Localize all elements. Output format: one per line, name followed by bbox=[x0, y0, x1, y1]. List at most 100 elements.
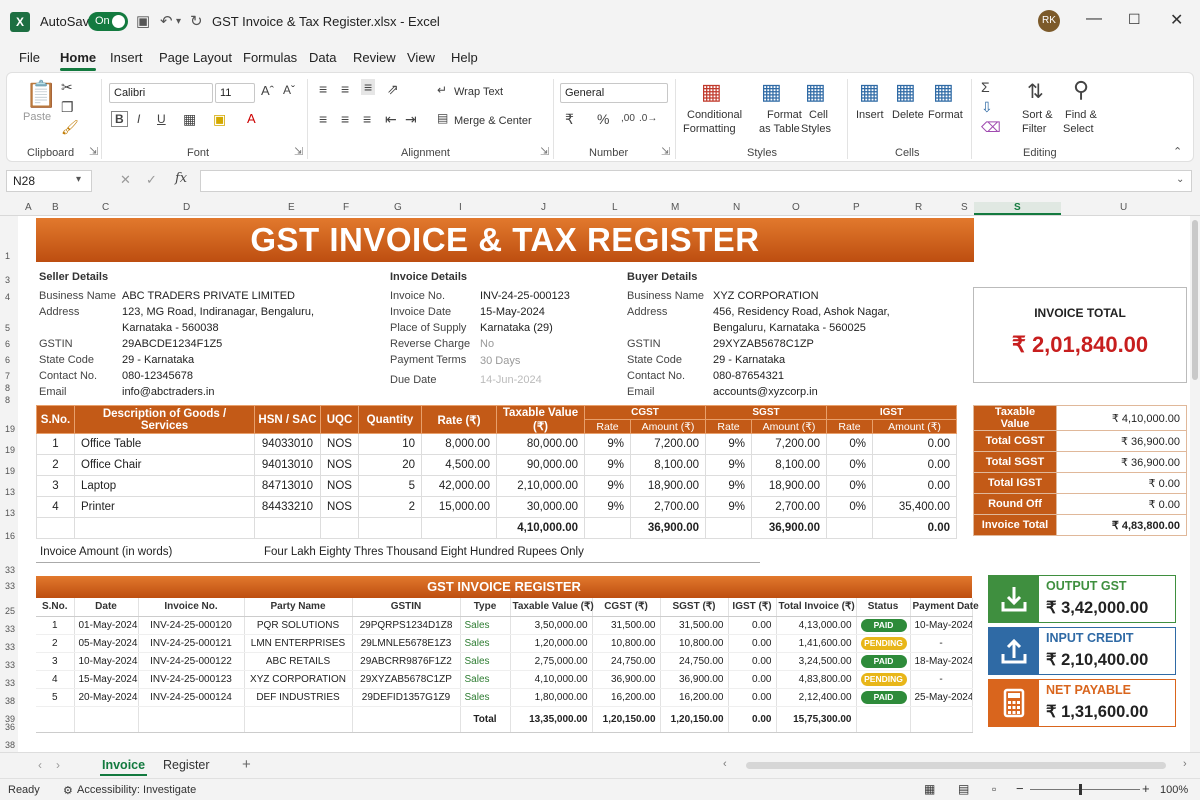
row-header[interactable]: 7 bbox=[5, 371, 10, 381]
fill-color-icon[interactable]: ▣ bbox=[213, 111, 226, 128]
cell[interactable]: 9% bbox=[584, 454, 631, 476]
cell[interactable]: 29ABCRR9876F1Z2 bbox=[352, 652, 461, 671]
cell[interactable]: 3 bbox=[36, 475, 75, 497]
row-header[interactable]: 36 bbox=[5, 722, 15, 732]
cell[interactable]: INV-24-25-000123 bbox=[138, 670, 245, 689]
bold-icon[interactable]: B bbox=[111, 111, 128, 127]
cell[interactable]: 2,10,000.00 bbox=[496, 475, 585, 497]
cell[interactable]: 4,83,800.00 bbox=[776, 670, 857, 689]
cell[interactable]: 15,000.00 bbox=[421, 496, 497, 518]
cell[interactable]: 18,900.00 bbox=[750, 475, 828, 497]
find-select-icon[interactable]: ⚲ bbox=[1073, 77, 1089, 103]
page-break-view-icon[interactable]: ▫ bbox=[992, 782, 996, 796]
vertical-scroll-thumb[interactable] bbox=[1192, 220, 1198, 380]
zoom-out-icon[interactable]: − bbox=[1016, 781, 1024, 796]
cell[interactable]: 1,41,600.00 bbox=[776, 634, 857, 653]
cell[interactable]: 7,200.00 bbox=[630, 433, 706, 455]
format-as-table-icon[interactable]: ▦ bbox=[761, 79, 782, 105]
format-cells-button[interactable]: Format bbox=[928, 109, 963, 121]
formula-input[interactable] bbox=[200, 170, 1192, 192]
minimize-icon[interactable]: — bbox=[1086, 10, 1102, 28]
conditional-formatting-line1[interactable]: Conditional bbox=[687, 109, 742, 121]
cell[interactable]: 30,000.00 bbox=[496, 496, 585, 518]
cell[interactable]: 24,750.00 bbox=[592, 652, 661, 671]
zoom-level[interactable]: 100% bbox=[1160, 784, 1188, 796]
cell[interactable]: 3,24,500.00 bbox=[776, 652, 857, 671]
conditional-formatting-icon[interactable]: ▦ bbox=[701, 79, 722, 105]
row-header[interactable]: 19 bbox=[5, 445, 15, 455]
undo-dropdown-icon[interactable]: ▾ bbox=[176, 16, 181, 27]
delete-cells-button[interactable]: Delete bbox=[892, 109, 924, 121]
expand-formula-bar-icon[interactable]: ⌄ bbox=[1176, 174, 1184, 185]
cell[interactable]: 9% bbox=[705, 475, 752, 497]
sheet-tab-invoice[interactable]: Invoice bbox=[99, 758, 148, 776]
row-header[interactable]: 1 bbox=[5, 251, 10, 261]
close-icon[interactable]: ✕ bbox=[1170, 10, 1183, 30]
row-header[interactable]: 38 bbox=[5, 740, 15, 750]
cell[interactable]: 2 bbox=[36, 454, 75, 476]
comma-style-icon[interactable]: ,00 bbox=[621, 113, 635, 124]
cell[interactable]: 0% bbox=[826, 475, 874, 497]
sort-filter-icon[interactable]: ⇅ bbox=[1027, 79, 1044, 104]
cell[interactable]: 1 bbox=[36, 616, 75, 635]
cell[interactable]: 90,000.00 bbox=[496, 454, 585, 476]
register-total[interactable]: 1,20,150.00 bbox=[592, 706, 661, 733]
tab-review[interactable]: Review bbox=[353, 50, 396, 65]
avatar[interactable]: RK bbox=[1038, 10, 1060, 32]
number-format-dropdown[interactable]: General bbox=[560, 83, 668, 103]
align-right-icon[interactable]: ≡ bbox=[363, 111, 371, 127]
cell[interactable]: 2,75,000.00 bbox=[510, 652, 593, 671]
cell[interactable]: 2 bbox=[358, 496, 422, 518]
decrease-indent-icon[interactable]: ⇤ bbox=[385, 111, 397, 128]
row-header[interactable]: 33 bbox=[5, 642, 15, 652]
font-name-dropdown[interactable]: Calibri bbox=[109, 83, 213, 103]
cell[interactable]: 10-May-2024 bbox=[910, 616, 973, 635]
cell-styles-line2[interactable]: Styles bbox=[801, 123, 831, 135]
cell[interactable]: 2,700.00 bbox=[630, 496, 706, 518]
paste-button[interactable]: Paste bbox=[23, 111, 51, 123]
wrap-text-button[interactable]: Wrap Text bbox=[454, 86, 503, 98]
sheet-tab-register[interactable]: Register bbox=[163, 758, 210, 772]
clipboard-launcher-icon[interactable]: ⇲ bbox=[89, 145, 98, 158]
accessibility-status[interactable]: Accessibility: Investigate bbox=[77, 784, 196, 796]
zoom-slider-track[interactable] bbox=[1030, 789, 1140, 790]
row-header[interactable]: 33 bbox=[5, 565, 15, 575]
zoom-slider-thumb[interactable] bbox=[1079, 784, 1082, 795]
row-header[interactable]: 33 bbox=[5, 660, 15, 670]
row-header[interactable]: 8 bbox=[5, 383, 10, 393]
cell[interactable]: 0.00 bbox=[728, 634, 777, 653]
cell[interactable]: NOS bbox=[320, 496, 359, 518]
cell[interactable]: INV-24-25-000122 bbox=[138, 652, 245, 671]
col-header[interactable]: L bbox=[612, 202, 618, 213]
cell[interactable]: Sales bbox=[460, 688, 511, 707]
hscroll-right-icon[interactable]: › bbox=[1183, 758, 1187, 770]
cell[interactable]: 0% bbox=[826, 454, 874, 476]
cell[interactable]: NOS bbox=[320, 433, 359, 455]
cell[interactable]: 42,000.00 bbox=[421, 475, 497, 497]
cell[interactable]: 8,100.00 bbox=[750, 454, 828, 476]
col-header[interactable]: D bbox=[183, 202, 190, 213]
increase-font-icon[interactable]: Aˆ bbox=[261, 83, 274, 98]
cell[interactable]: DEF INDUSTRIES bbox=[244, 688, 353, 707]
align-middle-icon[interactable]: ≡ bbox=[341, 81, 349, 97]
decrease-font-icon[interactable]: Aˇ bbox=[283, 83, 295, 97]
col-header[interactable]: J bbox=[541, 202, 546, 213]
fill-icon[interactable]: ⇩ bbox=[981, 99, 993, 116]
col-header[interactable]: F bbox=[343, 202, 349, 213]
register-total[interactable]: 1,20,150.00 bbox=[660, 706, 729, 733]
cell[interactable]: 16,200.00 bbox=[592, 688, 661, 707]
wrap-text-icon[interactable]: ↵ bbox=[437, 83, 447, 97]
save-icon[interactable]: ▣ bbox=[136, 12, 150, 30]
row-header[interactable]: 33 bbox=[5, 678, 15, 688]
tab-home[interactable]: Home bbox=[60, 50, 97, 71]
col-header-selected[interactable]: S bbox=[974, 202, 1061, 215]
redo-icon[interactable]: ↻ bbox=[190, 12, 203, 30]
col-header[interactable]: A bbox=[25, 202, 32, 213]
orientation-icon[interactable]: ⇗ bbox=[387, 81, 399, 98]
cell[interactable]: - bbox=[910, 634, 973, 653]
delete-cells-icon[interactable]: ▦ bbox=[895, 79, 916, 105]
row-header[interactable]: 5 bbox=[5, 323, 10, 333]
row-header[interactable]: 25 bbox=[5, 606, 15, 616]
cell[interactable]: 0.00 bbox=[728, 616, 777, 635]
row-header[interactable]: 19 bbox=[5, 466, 15, 476]
